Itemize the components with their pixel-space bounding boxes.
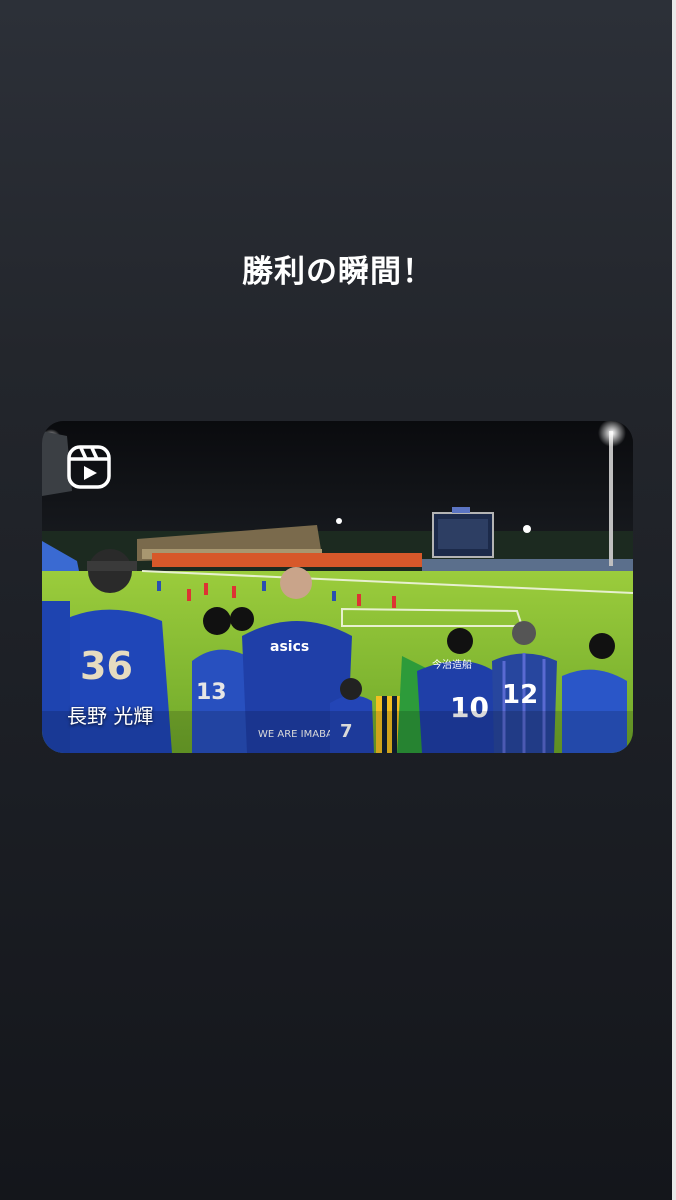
reel-author-name[interactable]: 長野 光輝 [67,700,153,729]
story-caption: 勝利の瞬間！ [242,254,434,290]
jersey-number-12: 12 [502,680,538,710]
asics-text: asics [270,639,309,655]
jersey-number-36: 36 [80,644,133,688]
reel-share-card[interactable]: 36 13 asics WE ARE IMABARI 7 今治造船 10 12 … [42,421,633,753]
reels-icon [67,445,111,489]
jersey-number-13: 13 [196,680,227,705]
shirt-sponsor-text: 今治造船 [432,658,472,671]
edge-strip [672,0,676,1200]
